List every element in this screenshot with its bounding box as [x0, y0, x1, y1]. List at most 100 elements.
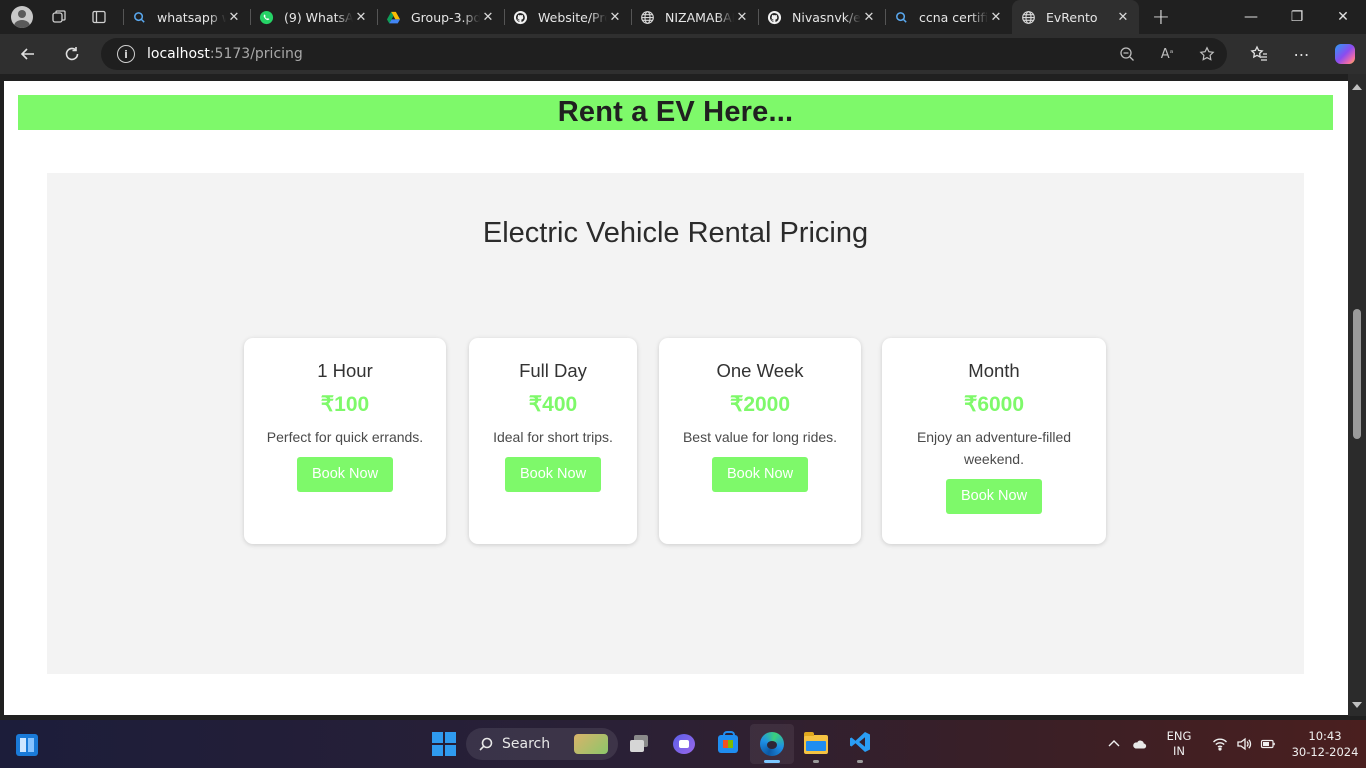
- url-text[interactable]: localhost:5173/pricing: [147, 46, 303, 62]
- plan-description: Enjoy an adventure-filled weekend.: [916, 429, 1072, 467]
- teams-meet-icon[interactable]: [662, 724, 706, 764]
- plan-card-full-day: Full Day ₹400 Ideal for short trips. Boo…: [469, 338, 637, 544]
- close-tab-icon[interactable]: ✕: [353, 10, 369, 25]
- show-hidden-icons-chevron-icon[interactable]: [1102, 720, 1126, 768]
- plan-title: Month: [968, 360, 1020, 381]
- region-code: IN: [1173, 744, 1185, 758]
- widgets-icon[interactable]: [16, 734, 38, 756]
- browser-toolbar: i localhost:5173/pricing Aᵃ ⋯: [0, 34, 1366, 74]
- file-explorer-icon[interactable]: [794, 724, 838, 764]
- tab-title: EvRento: [1046, 9, 1098, 25]
- site-info-icon[interactable]: i: [117, 45, 135, 63]
- battery-icon[interactable]: [1256, 720, 1280, 768]
- close-window-icon[interactable]: ✕: [1320, 0, 1366, 34]
- refresh-icon[interactable]: [50, 34, 94, 74]
- tab-title: NIZAMABAD: [665, 9, 734, 25]
- pricing-title: Electric Vehicle Rental Pricing: [482, 217, 869, 249]
- plan-title: 1 Hour: [317, 360, 373, 381]
- plan-title: One Week: [716, 360, 804, 381]
- new-tab-plus-icon[interactable]: +: [1139, 0, 1183, 34]
- tab-actions-icon[interactable]: [79, 0, 119, 34]
- page-scrollbar[interactable]: [1348, 74, 1366, 716]
- plan-description: Perfect for quick errands.: [266, 429, 424, 445]
- tab-title: Group-3.pdf: [411, 9, 480, 25]
- search-highlight-icon: [574, 734, 608, 754]
- browser-tab-bar: whatsapp web ✕ (9) WhatsApp ✕ Group-3.pd…: [0, 0, 1366, 34]
- search-icon: [131, 9, 147, 25]
- windows-start-icon[interactable]: [424, 724, 464, 764]
- search-icon: [893, 9, 909, 25]
- scroll-down-arrow-icon[interactable]: [1352, 702, 1362, 708]
- vscode-icon[interactable]: [838, 724, 882, 764]
- tab-evrento[interactable]: EvRento ✕: [1012, 0, 1139, 34]
- address-bar[interactable]: i localhost:5173/pricing Aᵃ: [101, 38, 1227, 70]
- pricing-section: Electric Vehicle Rental Pricing 1 Hour ₹…: [47, 173, 1304, 674]
- tab-title: Website/Pro: [538, 9, 607, 25]
- github-icon: [512, 9, 528, 25]
- back-arrow-icon[interactable]: [6, 34, 50, 74]
- plan-description: Ideal for short trips.: [493, 429, 613, 445]
- plan-card-1-hour: 1 Hour ₹100 Perfect for quick errands. B…: [244, 338, 446, 544]
- restore-icon[interactable]: ❐: [1274, 0, 1320, 34]
- close-tab-icon[interactable]: ✕: [607, 10, 623, 25]
- tab-title: ccna certific: [919, 9, 988, 25]
- tab-whatsapp-web-search[interactable]: whatsapp web ✕: [123, 0, 250, 34]
- close-tab-icon[interactable]: ✕: [861, 10, 877, 25]
- scroll-up-arrow-icon[interactable]: [1352, 84, 1362, 90]
- tab-title: whatsapp web: [157, 9, 226, 25]
- globe-icon: [1020, 9, 1036, 25]
- edge-browser-icon[interactable]: [750, 724, 794, 764]
- close-tab-icon[interactable]: ✕: [734, 10, 750, 25]
- tab-ccna-search[interactable]: ccna certific ✕: [885, 0, 1012, 34]
- minimize-icon[interactable]: —: [1228, 0, 1274, 34]
- tab-whatsapp[interactable]: (9) WhatsApp ✕: [250, 0, 377, 34]
- copilot-icon[interactable]: [1323, 34, 1366, 74]
- clock-date: 30-12-2024: [1291, 745, 1359, 759]
- favorites-icon[interactable]: [1237, 34, 1280, 74]
- input-language-indicator[interactable]: ENG IN: [1156, 729, 1202, 759]
- language-code: ENG: [1166, 729, 1192, 743]
- book-now-button[interactable]: Book Now: [296, 457, 394, 492]
- plan-price: ₹100: [320, 393, 370, 416]
- banner-title: Rent a EV Here...: [557, 96, 794, 128]
- tab-title: (9) WhatsApp: [284, 9, 353, 25]
- plan-price: ₹2000: [729, 393, 791, 416]
- tab-nivasnvk-github[interactable]: Nivasnvk/ev ✕: [758, 0, 885, 34]
- plan-description: Best value for long rides.: [682, 429, 838, 445]
- tab-title: Nivasnvk/ev: [792, 9, 861, 25]
- favorite-star-icon[interactable]: [1187, 38, 1227, 70]
- banner: Rent a EV Here...: [18, 95, 1333, 130]
- tab-nizamabad[interactable]: NIZAMABAD ✕: [631, 0, 758, 34]
- zoom-out-icon[interactable]: [1107, 38, 1147, 70]
- taskbar-search[interactable]: Search: [466, 728, 618, 760]
- book-now-button[interactable]: Book Now: [504, 457, 602, 492]
- more-options-icon[interactable]: ⋯: [1280, 34, 1323, 74]
- plan-price: ₹400: [528, 393, 578, 416]
- book-now-button[interactable]: Book Now: [945, 479, 1043, 514]
- workspaces-icon[interactable]: [39, 0, 79, 34]
- plan-price: ₹6000: [963, 393, 1025, 416]
- onedrive-cloud-icon[interactable]: [1126, 720, 1152, 768]
- plan-card-one-week: One Week ₹2000 Best value for long rides…: [659, 338, 861, 544]
- search-icon: [479, 737, 493, 751]
- plan-title: Full Day: [519, 360, 587, 381]
- github-icon: [766, 9, 782, 25]
- profile-avatar-icon[interactable]: [11, 6, 33, 28]
- close-tab-icon[interactable]: ✕: [1115, 10, 1131, 25]
- task-view-icon[interactable]: [618, 724, 662, 764]
- microsoft-store-icon[interactable]: [706, 724, 750, 764]
- page-viewport: Rent a EV Here... Electric Vehicle Renta…: [4, 81, 1348, 715]
- globe-icon: [639, 9, 655, 25]
- close-tab-icon[interactable]: ✕: [480, 10, 496, 25]
- close-tab-icon[interactable]: ✕: [226, 10, 242, 25]
- scrollbar-thumb[interactable]: [1353, 309, 1361, 439]
- wifi-icon[interactable]: [1208, 720, 1232, 768]
- system-clock[interactable]: 10:43 30-12-2024: [1288, 728, 1362, 760]
- windows-taskbar: Search ENG IN 10:43 30-12-2024: [0, 720, 1366, 768]
- tab-website-github[interactable]: Website/Pro ✕: [504, 0, 631, 34]
- read-aloud-icon[interactable]: Aᵃ: [1147, 38, 1187, 70]
- volume-icon[interactable]: [1232, 720, 1256, 768]
- close-tab-icon[interactable]: ✕: [988, 10, 1004, 25]
- tab-group-3-pdf[interactable]: Group-3.pdf ✕: [377, 0, 504, 34]
- book-now-button[interactable]: Book Now: [711, 457, 809, 492]
